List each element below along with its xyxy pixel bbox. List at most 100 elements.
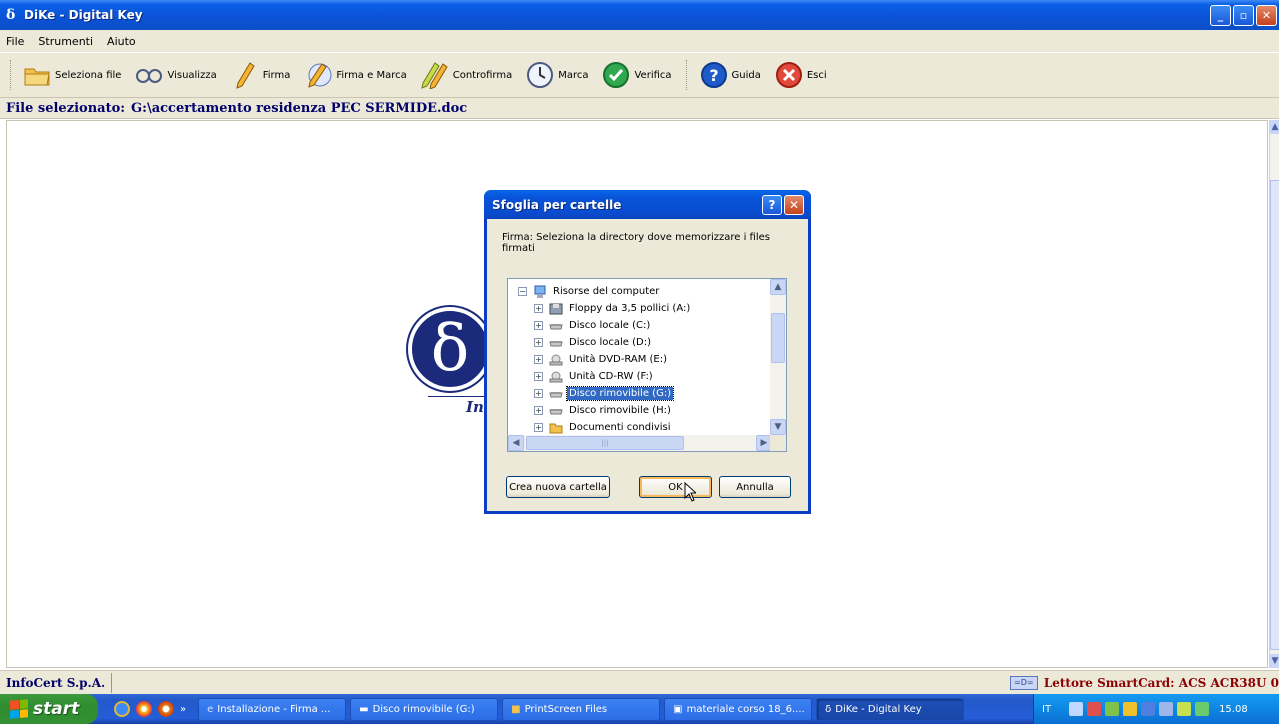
dialog-title: Sfoglia per cartelle: [492, 197, 622, 212]
antivirus-icon[interactable]: [1177, 702, 1192, 716]
task-installazione[interactable]: e Installazione - Firma ...: [198, 697, 347, 721]
tree-node[interactable]: + Disco rimovibile (G:): [508, 385, 772, 402]
visualizza-label: Visualizza: [167, 69, 217, 81]
seleziona-file-button[interactable]: Seleziona file: [23, 61, 121, 89]
restore-button[interactable]: ▫: [1233, 5, 1254, 26]
window-titlebar[interactable]: δ DiKe - Digital Key _ ▫ ✕: [0, 0, 1279, 30]
drive-icon: [549, 388, 563, 400]
tree-horizontal-scrollbar[interactable]: ◀ ||| ▶: [508, 435, 772, 451]
window-title: DiKe - Digital Key: [24, 8, 143, 22]
dialog-help-button[interactable]: ?: [762, 195, 782, 215]
start-button[interactable]: start: [0, 694, 98, 724]
scroll-down-icon[interactable]: ▼: [1270, 654, 1279, 668]
tree-scroll-thumb[interactable]: [771, 313, 785, 363]
esci-label: Esci: [806, 69, 827, 81]
dike-icon: δ: [825, 703, 832, 715]
task-dike[interactable]: δ DiKe - Digital Key: [816, 697, 965, 721]
tree-node[interactable]: + Floppy da 3,5 pollici (A:): [508, 300, 772, 317]
folder-icon: [549, 422, 563, 434]
clock[interactable]: 15.08: [1219, 704, 1248, 715]
tree-node[interactable]: + Disco rimovibile (H:): [508, 402, 772, 419]
guida-button[interactable]: ? Guida: [700, 61, 761, 89]
device-icon[interactable]: [1159, 702, 1174, 716]
cancel-button[interactable]: Annulla: [719, 476, 791, 498]
close-window-button[interactable]: ✕: [1256, 5, 1277, 26]
task-label: DiKe - Digital Key: [835, 703, 922, 715]
minimize-button[interactable]: _: [1210, 5, 1231, 26]
expand-icon[interactable]: +: [534, 423, 543, 432]
firma-e-marca-button[interactable]: Firma e Marca: [304, 61, 407, 89]
update-icon[interactable]: [1105, 702, 1120, 716]
toolbar-grip[interactable]: [10, 60, 13, 90]
tree-node[interactable]: + Documenti condivisi: [508, 419, 772, 435]
menu-strumenti[interactable]: Strumenti: [38, 35, 93, 48]
task-materiale-corso[interactable]: ▣ materiale corso 18_6....: [664, 697, 813, 721]
tree-node-label: Floppy da 3,5 pollici (A:): [569, 303, 691, 314]
pen-icon: [231, 61, 259, 89]
scroll-thumb[interactable]: [1270, 180, 1279, 650]
tree-scroll-up-icon[interactable]: ▲: [770, 279, 786, 295]
menu-file[interactable]: File: [6, 35, 24, 48]
folder-tree[interactable]: − Risorse del computer + Floppy da 3,5 poll…: [507, 278, 787, 452]
tree-node[interactable]: + Disco locale (D:): [508, 334, 772, 351]
drive-icon: ▬: [359, 703, 369, 715]
ok-button[interactable]: OK: [639, 476, 712, 498]
tree-node[interactable]: + Unità DVD-RAM (E:): [508, 351, 772, 368]
expand-icon[interactable]: +: [534, 355, 543, 364]
tree-node-label: Disco rimovibile (G:): [565, 386, 675, 401]
expand-icon[interactable]: +: [534, 338, 543, 347]
controfirma-button[interactable]: Controfirma: [421, 61, 512, 89]
dialog-close-button[interactable]: ✕: [784, 195, 804, 215]
marca-button[interactable]: Marca: [526, 61, 588, 89]
tree-node[interactable]: − Risorse del computer: [508, 283, 772, 300]
tree-node-label: Disco locale (C:): [569, 320, 651, 331]
visualizza-button[interactable]: Visualizza: [135, 61, 217, 89]
dialog-description: Firma: Seleziona la directory dove memor…: [502, 232, 770, 254]
tree-node-label: Unità DVD-RAM (E:): [569, 354, 668, 365]
scroll-up-icon[interactable]: ▲: [1270, 120, 1279, 134]
computer-icon: [533, 285, 547, 298]
ie-icon[interactable]: [114, 701, 130, 717]
security-icon[interactable]: [1087, 702, 1102, 716]
quick-launch-more[interactable]: »: [180, 704, 186, 715]
task-disco-rimovibile[interactable]: ▬ Disco rimovibile (G:): [350, 697, 499, 721]
menu-aiuto[interactable]: Aiuto: [107, 35, 136, 48]
tree-scroll-left-icon[interactable]: ◀: [508, 435, 524, 451]
tree-node[interactable]: + Disco locale (C:): [508, 317, 772, 334]
chrome-icon[interactable]: [136, 701, 152, 717]
infocert-logo-text: In: [466, 398, 484, 416]
folder-icon: [23, 61, 51, 89]
dialog-titlebar[interactable]: Sfoglia per cartelle ? ✕: [484, 190, 811, 219]
task-printscreen-files[interactable]: ■ PrintScreen Files: [502, 697, 661, 721]
verifica-label: Verifica: [634, 69, 672, 81]
expand-icon[interactable]: +: [534, 389, 543, 398]
tree-node-label: Risorse del computer: [553, 286, 660, 297]
file-selected-label: File selezionato:: [6, 100, 126, 116]
main-vertical-scrollbar[interactable]: ▲ ▼: [1269, 120, 1279, 668]
language-indicator[interactable]: IT: [1042, 704, 1051, 715]
verifica-button[interactable]: Verifica: [602, 61, 672, 89]
expand-icon[interactable]: +: [534, 372, 543, 381]
dike-app-icon[interactable]: δ: [6, 7, 21, 23]
tree-vertical-scrollbar[interactable]: ▲ ▼: [770, 279, 786, 435]
expand-icon[interactable]: +: [534, 406, 543, 415]
countersign-icon: [421, 61, 449, 89]
windows-taskbar: start » e Installazione - Firma ... ▬ Di…: [0, 694, 1279, 724]
expand-icon[interactable]: +: [534, 321, 543, 330]
tray-extra-icon[interactable]: [1195, 702, 1210, 716]
firma-button[interactable]: Firma: [231, 61, 290, 89]
quick-launch: »: [114, 701, 186, 717]
new-folder-button[interactable]: Crea nuova cartella: [506, 476, 610, 498]
bluetooth-icon[interactable]: [1141, 702, 1156, 716]
tree-node[interactable]: + Unità CD-RW (F:): [508, 368, 772, 385]
tree-scroll-down-icon[interactable]: ▼: [770, 419, 786, 435]
controfirma-label: Controfirma: [452, 69, 513, 81]
network-icon[interactable]: [1069, 702, 1084, 716]
pen-stamp-icon: [304, 61, 332, 89]
esci-button[interactable]: Esci: [775, 61, 827, 89]
browser-icon[interactable]: [158, 701, 174, 717]
expand-icon[interactable]: +: [534, 304, 543, 313]
collapse-icon[interactable]: −: [518, 287, 527, 296]
tree-hscroll-thumb[interactable]: |||: [526, 436, 684, 450]
volume-icon[interactable]: [1123, 702, 1138, 716]
